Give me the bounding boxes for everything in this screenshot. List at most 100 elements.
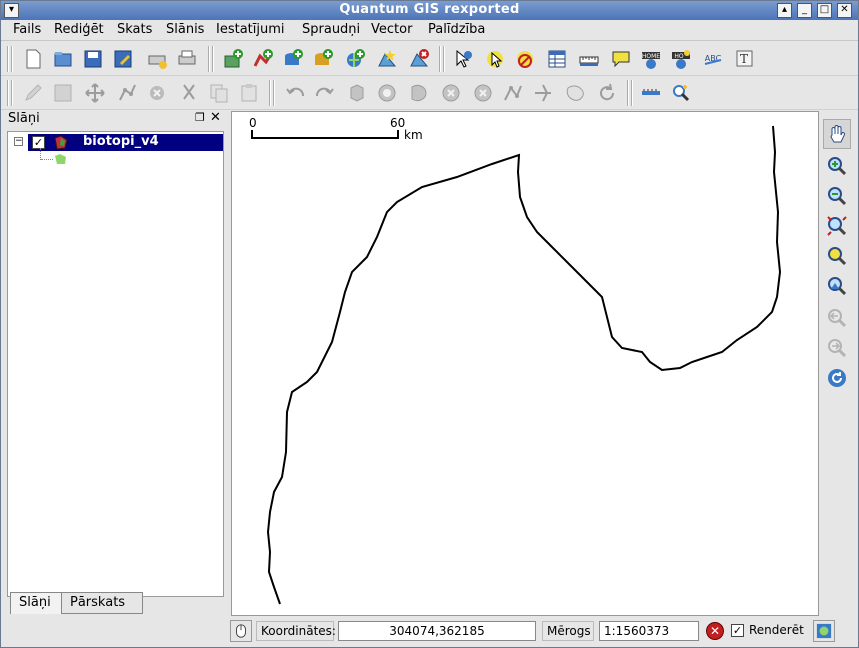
- add-ring-icon[interactable]: [373, 79, 401, 107]
- new-project-icon[interactable]: [19, 45, 47, 73]
- add-wms-icon[interactable]: [341, 45, 369, 73]
- coastline: [266, 125, 782, 605]
- zoom-selection-icon[interactable]: [823, 271, 851, 301]
- zoom-full-icon[interactable]: [823, 211, 851, 241]
- scale-end-label: 60: [390, 116, 406, 130]
- tab-layers[interactable]: Slāņi: [10, 592, 62, 614]
- toolbar-handle[interactable]: [7, 80, 13, 106]
- edit-pencil-icon[interactable]: [19, 79, 47, 107]
- save-edits-icon[interactable]: [49, 79, 77, 107]
- pan-icon[interactable]: [823, 119, 851, 149]
- north-arrow-icon[interactable]: [637, 79, 665, 107]
- zoom-next-icon[interactable]: [823, 333, 851, 363]
- annotation-icon[interactable]: T: [731, 45, 759, 73]
- layer-row-selected[interactable]: ✓ biotopi_v4: [28, 134, 223, 151]
- maximize-button[interactable]: □: [817, 3, 832, 18]
- map-tips-icon[interactable]: [607, 45, 635, 73]
- delete-ring-icon[interactable]: [437, 79, 465, 107]
- panel-title: Slāņi: [8, 111, 40, 126]
- toolbar-handle[interactable]: [439, 46, 445, 72]
- open-project-icon[interactable]: [49, 45, 77, 73]
- tree-line: [41, 159, 53, 160]
- float-panel-icon[interactable]: ❐: [195, 111, 205, 124]
- new-bookmark-icon[interactable]: HO: [667, 45, 695, 73]
- save-as-icon[interactable]: [109, 45, 137, 73]
- close-button[interactable]: ✕: [837, 3, 852, 18]
- delete-feature-icon[interactable]: [143, 79, 171, 107]
- panel-header: Slāņi ❐ ✕: [5, 110, 224, 129]
- zoom-last-icon[interactable]: [823, 303, 851, 333]
- minimize-button[interactable]: _: [797, 3, 812, 18]
- refresh-icon[interactable]: [823, 363, 851, 393]
- save-project-icon[interactable]: [79, 45, 107, 73]
- gps-icon[interactable]: [667, 79, 695, 107]
- zoom-in-icon[interactable]: [823, 151, 851, 181]
- menu-plugins[interactable]: Spraudņi: [302, 22, 360, 37]
- scale-field[interactable]: 1:1560373: [599, 621, 699, 641]
- zoom-layer-icon[interactable]: [823, 241, 851, 271]
- toggle-extents-button[interactable]: [230, 620, 252, 642]
- collapse-toggle[interactable]: −: [14, 137, 23, 146]
- toolbar-file: HOME HO ABC T: [1, 42, 858, 76]
- add-vector-icon[interactable]: [249, 45, 277, 73]
- home-icon[interactable]: HOME: [637, 45, 665, 73]
- toolbar-handle[interactable]: [208, 46, 214, 72]
- layer-name: biotopi_v4: [83, 134, 159, 149]
- add-raster-icon[interactable]: [219, 45, 247, 73]
- paste-icon[interactable]: [235, 79, 263, 107]
- rotate-icon[interactable]: [593, 79, 621, 107]
- coordinates-field[interactable]: 304074,362185: [338, 621, 536, 641]
- status-bar: Koordinātes: 304074,362185 Mērogs 1:1560…: [1, 618, 858, 647]
- deselect-icon[interactable]: [511, 45, 539, 73]
- menu-view[interactable]: Skats: [117, 22, 152, 37]
- menu-settings[interactable]: Iestatījumi: [216, 22, 285, 37]
- menu-vector[interactable]: Vector: [371, 22, 412, 37]
- move-feature-icon[interactable]: [81, 79, 109, 107]
- menu-layer[interactable]: Slānis: [166, 22, 204, 37]
- select-icon[interactable]: [481, 45, 509, 73]
- menu-edit[interactable]: Rediģēt: [54, 22, 104, 37]
- layer-visibility-checkbox[interactable]: ✓: [32, 136, 45, 149]
- render-label: Renderēt: [749, 623, 804, 637]
- toolbar-handle[interactable]: [7, 46, 13, 72]
- globe-icon: [816, 623, 832, 639]
- measure-icon[interactable]: [575, 45, 603, 73]
- print-composer-icon[interactable]: [143, 45, 171, 73]
- toolbar-edit: [1, 76, 858, 110]
- svg-text:T: T: [740, 52, 748, 66]
- tab-overview[interactable]: Pārskats: [61, 592, 143, 614]
- close-panel-icon[interactable]: ✕: [210, 110, 221, 125]
- zoom-out-icon[interactable]: [823, 181, 851, 211]
- simplify-icon[interactable]: [343, 79, 371, 107]
- redo-icon[interactable]: [311, 79, 339, 107]
- scale-label: Mērogs: [542, 621, 594, 641]
- add-postgis-icon[interactable]: [279, 45, 307, 73]
- shade-button[interactable]: ▴: [777, 3, 792, 18]
- menu-file[interactable]: Fails: [13, 22, 41, 37]
- menu-help[interactable]: Palīdzība: [428, 22, 485, 37]
- mouse-icon: [236, 624, 246, 638]
- delete-part-icon[interactable]: [469, 79, 497, 107]
- print-icon[interactable]: [173, 45, 201, 73]
- attribute-table-icon[interactable]: [543, 45, 571, 73]
- add-spatialite-icon[interactable]: [309, 45, 337, 73]
- render-checkbox[interactable]: ✓: [731, 624, 744, 637]
- split-icon[interactable]: [529, 79, 557, 107]
- remove-layer-icon[interactable]: [405, 45, 433, 73]
- label-icon[interactable]: ABC: [699, 45, 727, 73]
- reshape-icon[interactable]: [499, 79, 527, 107]
- cut-icon[interactable]: [175, 79, 203, 107]
- undo-icon[interactable]: [281, 79, 309, 107]
- toolbar-handle[interactable]: [627, 80, 633, 106]
- map-canvas[interactable]: 0 60 km: [231, 111, 819, 616]
- node-tool-icon[interactable]: [113, 79, 141, 107]
- identify-icon[interactable]: [449, 45, 477, 73]
- layer-symbol: [54, 153, 67, 165]
- projection-button[interactable]: [813, 620, 835, 642]
- add-part-icon[interactable]: [405, 79, 433, 107]
- toolbar-handle[interactable]: [269, 80, 275, 106]
- new-vector-icon[interactable]: [373, 45, 401, 73]
- merge-icon[interactable]: [561, 79, 589, 107]
- stop-render-icon[interactable]: ✕: [706, 622, 724, 640]
- copy-icon[interactable]: [205, 79, 233, 107]
